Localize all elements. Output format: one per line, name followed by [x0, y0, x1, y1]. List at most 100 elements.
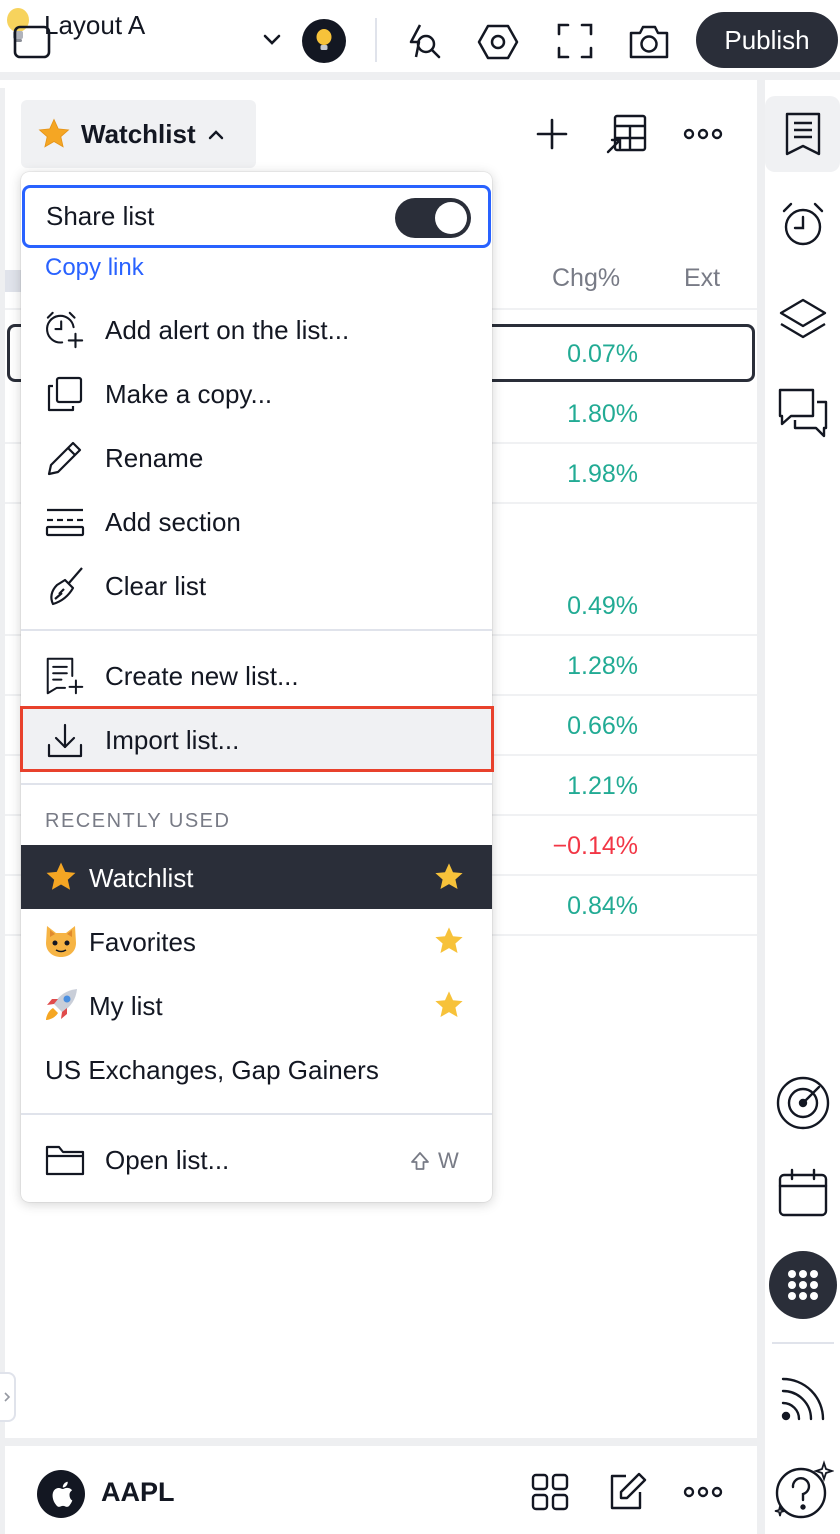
broom-icon [45, 566, 85, 606]
menu-item-add-alert[interactable]: Add alert on the list... [21, 298, 492, 362]
chevron-down-icon[interactable] [258, 26, 286, 54]
table-cell-chg: 0.49% [567, 592, 638, 620]
column-header-chg[interactable]: Chg% [552, 264, 620, 293]
bottom-separator [5, 1438, 757, 1446]
sidebar-item-alerts[interactable] [765, 196, 840, 252]
idea-icon[interactable] [302, 19, 346, 63]
watchlist-title-button[interactable]: Watchlist [21, 100, 256, 168]
rocket-icon [43, 987, 79, 1023]
chevron-up-icon [206, 127, 226, 141]
sidebar-item-apps[interactable] [765, 1250, 840, 1320]
table-cell-chg: 1.28% [567, 652, 638, 680]
watchlist-icon [765, 96, 840, 172]
share-list-toggle-row[interactable]: Share list [22, 185, 491, 248]
menu-item-make-copy[interactable]: Make a copy... [21, 362, 492, 426]
apps-grid-icon [768, 1251, 837, 1319]
sidebar-item-object-tree[interactable] [765, 292, 840, 346]
table-cell-chg: 0.07% [567, 340, 638, 368]
menu-item-label: Make a copy... [105, 378, 273, 409]
recent-list-label: Watchlist [89, 863, 194, 893]
table-cell-chg: 0.84% [567, 892, 638, 920]
panel-collapse-handle[interactable] [0, 1372, 16, 1422]
recent-list-label: My list [89, 991, 163, 1021]
layout-grid-icon[interactable] [528, 1470, 572, 1514]
keyboard-shortcut: W [410, 1148, 459, 1174]
favorite-star-icon[interactable] [433, 861, 465, 893]
recent-list-item[interactable]: Favorites [21, 909, 492, 973]
publish-button[interactable]: Publish [696, 12, 838, 68]
switch-knob [435, 202, 467, 234]
recent-list-item[interactable]: US Exchanges, Gap Gainers [21, 1037, 492, 1101]
help-sparkle-icon [772, 1460, 834, 1522]
menu-item-label: Add section [105, 506, 241, 537]
fullscreen-icon[interactable] [554, 20, 596, 62]
menu-divider [21, 783, 492, 785]
star-icon [43, 859, 79, 895]
column-header-ext[interactable]: Ext [684, 264, 720, 293]
alarm-plus-icon [45, 310, 85, 350]
copy-link[interactable]: Copy link [45, 254, 144, 282]
folder-icon [45, 1140, 85, 1180]
recent-list-label: Favorites [89, 927, 196, 957]
table-view-icon[interactable] [604, 110, 650, 156]
toolbar-divider [375, 18, 377, 62]
recent-list-item[interactable]: My list [21, 973, 492, 1037]
menu-item-label: Rename [105, 442, 204, 473]
sidebar-item-help[interactable] [765, 1460, 840, 1522]
panel-separator [757, 80, 765, 1534]
menu-item-rename[interactable]: Rename [21, 426, 492, 490]
menu-item-create-new-list[interactable]: Create new list... [21, 644, 492, 708]
menu-item-label: Add alert on the list... [105, 314, 350, 345]
menu-divider [21, 1113, 492, 1115]
share-list-switch[interactable] [395, 198, 471, 238]
sidebar-item-chats[interactable] [765, 384, 840, 440]
recent-list-label: US Exchanges, Gap Gainers [45, 1055, 379, 1085]
copy-icon [45, 374, 85, 414]
more-options-icon[interactable] [680, 118, 726, 150]
edit-note-icon[interactable] [604, 1468, 650, 1514]
shortcut-key: W [438, 1148, 459, 1173]
star-icon [37, 117, 71, 151]
target-icon [774, 1074, 832, 1132]
add-symbol-icon[interactable] [532, 114, 572, 154]
symbol-ticker[interactable]: AAPL [101, 1477, 175, 1508]
menu-item-label: Clear list [105, 570, 207, 601]
alerts-search-icon[interactable] [400, 20, 444, 64]
table-cell-chg: 0.66% [567, 712, 638, 740]
more-options-icon[interactable] [680, 1476, 726, 1508]
sidebar-item-watchlist[interactable] [765, 96, 840, 172]
menu-item-add-section[interactable]: Add section [21, 490, 492, 554]
pencil-icon [45, 438, 85, 478]
cat-face-icon [43, 923, 79, 959]
sidebar-item-calendar[interactable] [765, 1164, 840, 1222]
signal-icon [778, 1374, 828, 1424]
shift-key-icon [410, 1151, 430, 1171]
share-list-label: Share list [46, 201, 155, 231]
recently-used-heading: RECENTLY USED [45, 810, 231, 832]
calendar-icon [777, 1167, 829, 1219]
alarm-clock-icon [779, 200, 827, 248]
camera-icon[interactable] [626, 20, 672, 64]
chat-bubbles-icon [777, 386, 829, 438]
table-cell-chg: 1.98% [567, 460, 638, 488]
top-toolbar: Layout A Publish [0, 0, 840, 80]
sidebar-item-streams[interactable] [765, 1372, 840, 1426]
sidebar-divider [772, 1342, 834, 1344]
menu-item-label: Create new list... [105, 660, 299, 691]
apple-logo-icon [37, 1470, 85, 1518]
settings-hexagon-icon[interactable] [476, 20, 520, 64]
recent-list-item[interactable]: Watchlist [21, 845, 492, 909]
sidebar-item-target[interactable] [765, 1074, 840, 1132]
highlight-box [20, 706, 494, 772]
layout-name: Layout A [44, 9, 146, 40]
menu-item-clear-list[interactable]: Clear list [21, 554, 492, 618]
table-cell-chg: −0.14% [552, 832, 639, 860]
table-cell-chg: 1.21% [567, 772, 638, 800]
favorite-star-icon[interactable] [433, 925, 465, 957]
menu-divider [21, 629, 492, 631]
layers-icon [778, 297, 828, 341]
section-icon [45, 502, 85, 542]
favorite-star-icon[interactable] [433, 989, 465, 1021]
new-list-icon [45, 656, 85, 696]
square-icon[interactable] [12, 22, 52, 62]
